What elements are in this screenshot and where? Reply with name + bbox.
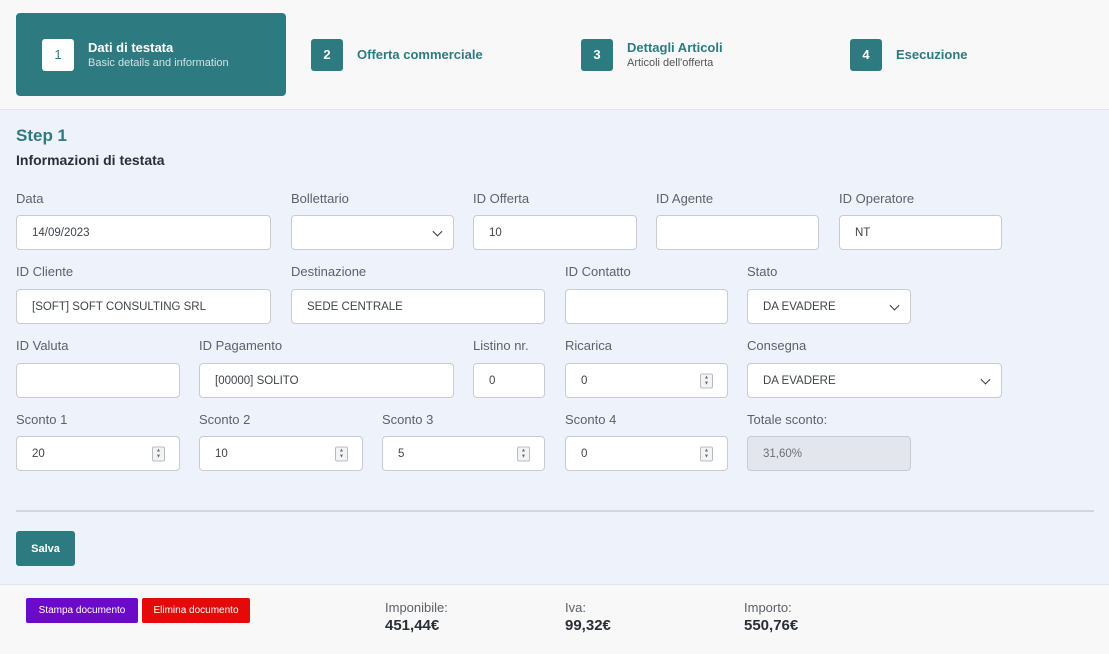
importo-label: Importo: [744, 600, 792, 615]
id-pagamento-input[interactable]: [00000] SOLITO [199, 363, 454, 398]
id-valuta-input[interactable] [16, 363, 180, 398]
sconto1-label: Sconto 1 [16, 412, 68, 427]
id-offerta-input[interactable]: 10 [473, 215, 637, 250]
bollettario-label: Bollettario [291, 191, 349, 206]
chevron-down-icon [980, 374, 991, 385]
wizard-stepper: 1 Dati di testata Basic details and info… [0, 0, 1109, 110]
importo-total: Importo: 550,76€ [744, 600, 798, 634]
sconto2-value: 10 [215, 447, 228, 460]
id-contatto-label: ID Contatto [565, 264, 631, 279]
totale-sconto-value: 31,60% [763, 447, 803, 460]
sconto2-label: Sconto 2 [199, 412, 251, 427]
section-title: Informazioni di testata [16, 152, 165, 168]
destinazione-value: SEDE CENTRALE [307, 300, 403, 313]
listino-label: Listino nr. [473, 338, 529, 353]
id-valuta-label: ID Valuta [16, 338, 69, 353]
ricarica-label: Ricarica [565, 338, 612, 353]
consegna-select[interactable]: DA EVADERE [747, 363, 1002, 398]
id-cliente-value: [SOFT] SOFT CONSULTING SRL [32, 300, 207, 313]
id-pagamento-label: ID Pagamento [199, 338, 283, 353]
stato-value: DA EVADERE [763, 300, 836, 313]
delete-document-button[interactable]: Elimina documento [142, 598, 250, 623]
spinner-icon[interactable]: ▲ ▼ [700, 446, 713, 461]
iva-label: Iva: [565, 600, 586, 615]
spinner-icon[interactable]: ▲ ▼ [517, 446, 530, 461]
imponibile-label: Imponibile: [385, 600, 448, 615]
step-2-title: Offerta commerciale [357, 46, 483, 62]
sconto2-input[interactable]: 10 ▲ ▼ [199, 436, 363, 471]
data-value: 14/09/2023 [32, 226, 90, 239]
id-pagamento-value: [00000] SOLITO [215, 374, 299, 387]
step-4[interactable]: 4 Esecuzione [850, 13, 968, 96]
sconto3-input[interactable]: 5 ▲ ▼ [382, 436, 545, 471]
id-cliente-label: ID Cliente [16, 264, 74, 279]
step-4-number: 4 [850, 38, 882, 71]
chevron-down-icon [889, 300, 900, 311]
id-operatore-label: ID Operatore [839, 191, 915, 206]
sconto3-label: Sconto 3 [382, 412, 434, 427]
divider [16, 510, 1094, 512]
step-heading: Step 1 [16, 126, 68, 145]
id-agente-input[interactable] [656, 215, 819, 250]
data-input[interactable]: 14/09/2023 [16, 215, 271, 250]
id-contatto-input[interactable] [565, 289, 728, 324]
sconto4-label: Sconto 4 [565, 412, 617, 427]
iva-value: 99,32€ [565, 617, 611, 634]
step-3[interactable]: 3 Dettagli Articoli Articoli dell'offert… [581, 13, 723, 96]
totale-sconto-label: Totale sconto: [747, 412, 828, 427]
step-1-subtitle: Basic details and information [88, 56, 229, 69]
print-document-button[interactable]: Stampa documento [26, 598, 138, 623]
importo-value: 550,76€ [744, 617, 799, 634]
consegna-label: Consegna [747, 338, 807, 353]
spinner-icon[interactable]: ▲ ▼ [335, 446, 348, 461]
consegna-value: DA EVADERE [763, 374, 836, 387]
id-cliente-input[interactable]: [SOFT] SOFT CONSULTING SRL [16, 289, 271, 324]
destinazione-input[interactable]: SEDE CENTRALE [291, 289, 545, 324]
spinner-icon[interactable]: ▲ ▼ [700, 373, 713, 388]
spinner-icon[interactable]: ▲ ▼ [152, 446, 165, 461]
bollettario-select[interactable] [291, 215, 454, 250]
step-3-title: Dettagli Articoli [627, 39, 723, 55]
save-button[interactable]: Salva [16, 531, 75, 566]
id-operatore-value: NT [855, 226, 871, 239]
step-1-title: Dati di testata [88, 39, 174, 55]
step-2-number: 2 [311, 38, 343, 71]
id-operatore-input[interactable]: NT [839, 215, 1002, 250]
iva-total: Iva: 99,32€ [565, 600, 611, 634]
id-offerta-label: ID Offerta [473, 191, 530, 206]
chevron-down-icon [432, 226, 443, 237]
sconto3-value: 5 [398, 447, 405, 460]
id-offerta-value: 10 [489, 226, 502, 239]
step-2[interactable]: 2 Offerta commerciale [311, 13, 483, 96]
imponibile-total: Imponibile: 451,44€ [385, 600, 448, 634]
listino-value: 0 [489, 374, 496, 387]
ricarica-value: 0 [581, 374, 588, 387]
sconto4-input[interactable]: 0 ▲ ▼ [565, 436, 728, 471]
totale-sconto-field: 31,60% [747, 436, 911, 471]
id-agente-label: ID Agente [656, 191, 714, 206]
step-1-number: 1 [42, 38, 74, 71]
stato-select[interactable]: DA EVADERE [747, 289, 911, 324]
stato-label: Stato [747, 264, 778, 279]
step-4-title: Esecuzione [896, 46, 968, 62]
sconto4-value: 0 [581, 447, 588, 460]
step-3-number: 3 [581, 38, 613, 71]
footer: Stampa documento Elimina documento Impon… [0, 584, 1109, 654]
step-3-subtitle: Articoli dell'offerta [627, 56, 714, 69]
destinazione-label: Destinazione [291, 264, 367, 279]
imponibile-value: 451,44€ [385, 617, 440, 634]
sconto1-input[interactable]: 20 ▲ ▼ [16, 436, 180, 471]
ricarica-input[interactable]: 0 ▲ ▼ [565, 363, 728, 398]
listino-input[interactable]: 0 [473, 363, 545, 398]
step-1[interactable]: 1 Dati di testata Basic details and info… [16, 13, 286, 96]
data-label: Data [16, 191, 44, 206]
sconto1-value: 20 [32, 447, 45, 460]
